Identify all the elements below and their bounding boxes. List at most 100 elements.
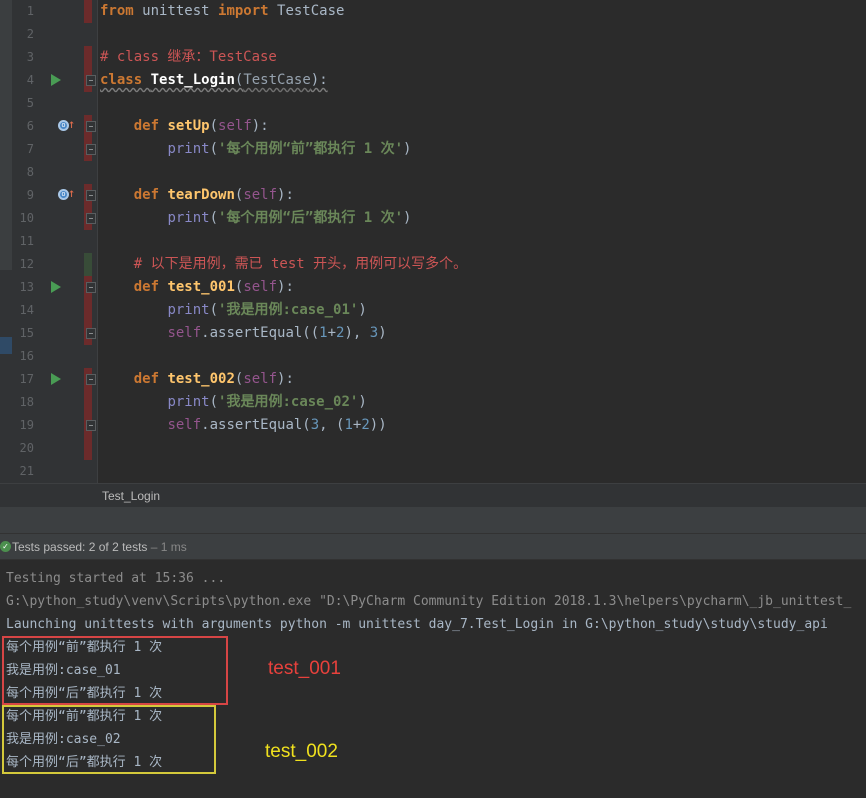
code-token: )) [369,417,387,433]
code-line[interactable]: 12 # 以下是用例，需已 test 开头，用例可以写多个。 [0,253,866,276]
override-method-icon[interactable]: o ↑ [58,118,75,133]
code-line[interactable]: 10 print('每个用例“后”都执行 1 次') [0,207,866,230]
code-line[interactable]: 16 [0,345,866,368]
tool-window-header [0,507,866,533]
vcs-change-marker[interactable] [84,299,92,322]
test-001-highlight-box [2,636,228,705]
line-number: 7 [26,142,34,156]
line-number: 3 [26,50,34,64]
code-token: self [218,118,252,134]
fold-toggle-icon[interactable] [86,282,96,293]
code-line[interactable]: 21 [0,460,866,483]
code-line[interactable]: 3 # class 继承：TestCase [0,46,866,69]
code-token: ) [403,210,412,226]
fold-end-icon[interactable] [86,213,96,224]
line-number: 12 [19,257,34,271]
code-text[interactable]: def test_001(self): [100,276,294,299]
code-token: 1 [344,417,353,433]
fold-end-icon[interactable] [86,328,96,339]
test-001-annotation: test_001 [268,658,341,679]
check-icon: ✓ [0,541,11,552]
breadcrumb-class[interactable]: Test_Login [102,489,160,503]
breadcrumb[interactable]: Test_Login [0,483,866,507]
line-number: 11 [19,234,34,248]
code-token: 2 [361,417,370,433]
code-line[interactable]: 14 print('我是用例:case_01') [0,299,866,322]
code-text[interactable]: print('我是用例:case_02') [100,391,366,414]
fold-toggle-icon[interactable] [86,75,96,86]
code-text[interactable]: class Test_Login(TestCase): [100,69,328,92]
code-text[interactable]: from unittest import TestCase [100,0,344,23]
vcs-change-marker[interactable] [84,437,92,460]
code-token: TestCase [268,3,345,19]
code-token: , ( [319,417,345,433]
console-line: G:\python_study\venv\Scripts\python.exe … [6,594,852,609]
code-token: self [243,187,278,203]
vcs-change-marker[interactable] [84,46,92,69]
code-line[interactable]: 1 from unittest import TestCase [0,0,866,23]
code-token: ): [277,371,294,387]
code-text[interactable]: def tearDown(self): [100,184,294,207]
code-line[interactable]: 5 [0,92,866,115]
override-method-icon[interactable]: o ↑ [58,187,75,202]
code-token: # class 继承：TestCase [100,49,277,65]
run-test-icon[interactable] [51,373,61,385]
code-token: 3 [310,417,320,433]
code-text[interactable]: print('每个用例“后”都执行 1 次') [100,207,411,230]
run-test-icon[interactable] [51,281,61,293]
fold-end-icon[interactable] [86,144,96,155]
code-token: print [167,141,210,157]
test-002-highlight-box [2,705,216,774]
code-line[interactable]: 13 def test_001(self): [0,276,866,299]
code-text[interactable]: def setUp(self): [100,115,269,138]
code-text[interactable]: def test_002(self): [100,368,294,391]
code-token: print [167,210,210,226]
code-text[interactable]: print('我是用例:case_01') [100,299,366,322]
code-line[interactable]: 15 self.assertEqual((1+2), 3) [0,322,866,345]
code-text[interactable]: # class 继承：TestCase [100,46,277,69]
code-text[interactable]: # 以下是用例，需已 test 开头，用例可以写多个。 [100,253,467,276]
line-number: 2 [26,27,34,41]
code-text[interactable]: self.assertEqual(3, (1+2)) [100,414,387,437]
fold-toggle-icon[interactable] [86,374,96,385]
code-text[interactable]: self.assertEqual((1+2), 3) [100,322,386,345]
vcs-change-marker[interactable] [84,0,92,23]
code-token: import [218,3,269,19]
code-token: ): [251,118,269,134]
code-line[interactable]: 4 class Test_Login(TestCase): [0,69,866,92]
code-line[interactable]: 7 print('每个用例“前”都执行 1 次') [0,138,866,161]
code-token: ( [209,118,219,134]
code-token: def [133,279,160,295]
fold-toggle-icon[interactable] [86,190,96,201]
code-line[interactable]: 20 [0,437,866,460]
run-test-icon[interactable] [51,74,61,86]
line-number: 10 [19,211,34,225]
line-number: 8 [26,165,34,179]
code-line[interactable]: 8 [0,161,866,184]
code-token: self [243,371,278,387]
code-editor[interactable]: 1 from unittest import TestCase 2 3 # class … [0,0,866,483]
line-number: 14 [19,303,34,317]
fold-end-icon[interactable] [86,420,96,431]
code-line[interactable]: 19 self.assertEqual(3, (1+2)) [0,414,866,437]
code-line[interactable]: 17 def test_002(self): [0,368,866,391]
line-number: 16 [19,349,34,363]
code-line[interactable]: 11 [0,230,866,253]
fold-toggle-icon[interactable] [86,121,96,132]
code-line[interactable]: 6 o ↑ def setUp(self): [0,115,866,138]
run-console[interactable]: Testing started at 15:36 ... G:\python_st… [0,560,866,798]
code-token: ): [277,279,294,295]
code-text[interactable]: print('每个用例“前”都执行 1 次') [100,138,411,161]
code-line[interactable]: 2 [0,23,866,46]
code-line[interactable]: 9 o ↑ def tearDown(self): [0,184,866,207]
vcs-change-marker[interactable] [84,253,92,276]
code-token: ( [209,394,219,410]
vcs-change-marker[interactable] [84,391,92,414]
code-line[interactable]: 18 print('我是用例:case_02') [0,391,866,414]
line-number: 19 [19,418,34,432]
code-token: print [167,302,210,318]
line-number: 5 [26,96,34,110]
